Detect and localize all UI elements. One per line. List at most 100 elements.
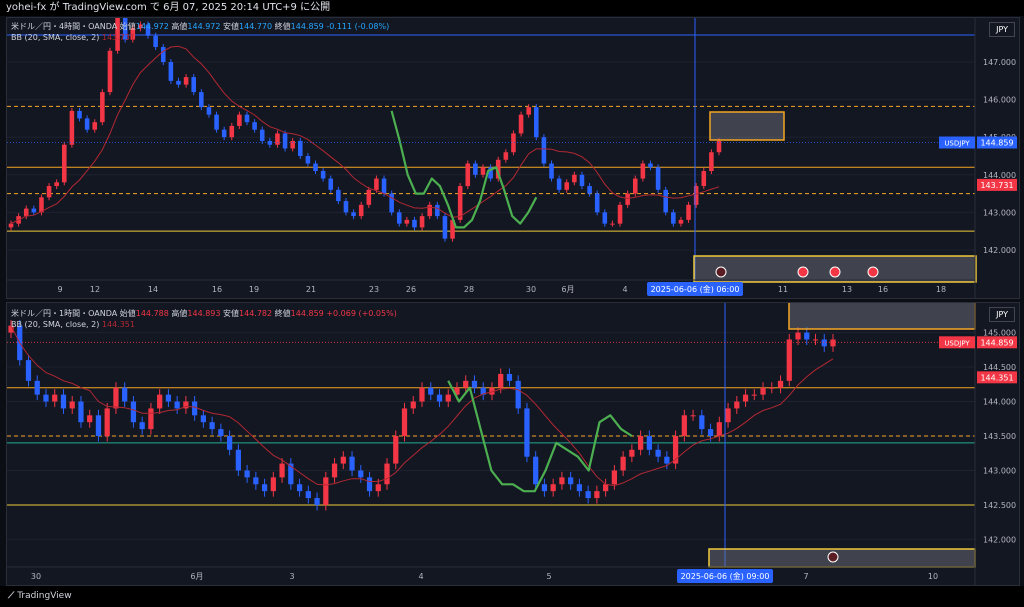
candle-body bbox=[237, 114, 242, 126]
x-tick-label: 21 bbox=[306, 285, 316, 294]
economic-event-icon bbox=[867, 266, 879, 278]
candle-body bbox=[473, 163, 478, 175]
candle-body bbox=[25, 360, 32, 381]
candle-body bbox=[139, 422, 145, 430]
candle-body bbox=[122, 387, 128, 402]
x-tick-label: 23 bbox=[369, 285, 379, 294]
economic-event-icon bbox=[715, 266, 727, 278]
candle-body bbox=[200, 415, 207, 423]
chart-panel-1h[interactable]: 145.000 144.500 144.000 143.500 143.000 142.5… bbox=[6, 300, 1020, 586]
x-tick-label: 28 bbox=[464, 285, 474, 294]
candle-body bbox=[611, 470, 618, 485]
candle-body bbox=[52, 394, 58, 402]
candle-body bbox=[153, 35, 158, 48]
footer-brand: TradingView bbox=[17, 591, 72, 601]
candle-body bbox=[253, 477, 259, 485]
candle-body bbox=[457, 186, 463, 220]
candle-body bbox=[46, 186, 52, 198]
cursor-time-label: 2025-06-06 (金) 06:00 bbox=[651, 284, 740, 294]
candle-body bbox=[585, 491, 591, 499]
candle-body bbox=[707, 429, 714, 436]
candle-body bbox=[84, 118, 90, 130]
legend-high-label: 高値 bbox=[171, 309, 188, 318]
candle-body bbox=[290, 140, 295, 149]
legend-symbol: 米ドル／円・4時間・OANDA bbox=[11, 22, 118, 31]
candle-body bbox=[436, 394, 443, 402]
candle-body bbox=[541, 137, 547, 164]
candle-body bbox=[690, 415, 696, 417]
bb-label: BB (20, SMA, close, 2) bbox=[11, 33, 100, 42]
candle-body bbox=[393, 436, 399, 464]
y-tick-label: 144.500 bbox=[983, 363, 1016, 372]
legend-row-4h: 米ドル／円・4時間・OANDA 始値144.972 高値144.972 安値14… bbox=[11, 21, 389, 32]
legend-open: 144.788 bbox=[135, 309, 169, 318]
x-tick-label: 7 bbox=[803, 572, 808, 581]
candle-body bbox=[183, 77, 189, 85]
candle-body bbox=[498, 373, 504, 388]
candle-body bbox=[384, 463, 390, 485]
candle-body bbox=[298, 140, 303, 156]
candle-body bbox=[95, 415, 102, 436]
candle-body bbox=[428, 387, 434, 395]
x-tick-label: 12 bbox=[90, 285, 100, 294]
candle-body bbox=[23, 208, 29, 217]
chart-panel-4h[interactable]: 147.000146.000145.000144.000143.000142.0… bbox=[6, 6, 1020, 299]
candle-body bbox=[465, 163, 471, 187]
legend-close: 144.859 bbox=[290, 22, 324, 31]
candle-body bbox=[568, 477, 574, 485]
x-tick-label: 5 bbox=[546, 572, 551, 581]
candle-body bbox=[351, 212, 356, 217]
candle-body bbox=[296, 484, 303, 492]
candle-body bbox=[104, 408, 110, 436]
x-tick-label: 16 bbox=[878, 285, 888, 294]
y-tick-label: 142.000 bbox=[983, 246, 1016, 255]
candle-body bbox=[663, 189, 668, 213]
candle-body bbox=[637, 436, 644, 450]
candle-body bbox=[323, 477, 329, 505]
candle-body bbox=[559, 477, 565, 485]
currency-button-1h[interactable]: JPY bbox=[989, 307, 1015, 322]
x-tick-label: 10 bbox=[928, 572, 938, 581]
y-tick-label: 142.000 bbox=[983, 535, 1016, 544]
chart-canvas-4h[interactable]: 147.000146.000145.000144.000143.000142.0… bbox=[7, 6, 1019, 298]
candle-body bbox=[320, 171, 326, 179]
candle-body bbox=[442, 216, 448, 239]
candle-body bbox=[480, 167, 486, 175]
tradingview-logo-icon: ⟋ bbox=[8, 591, 15, 601]
candle-body bbox=[681, 415, 687, 436]
candle-body bbox=[305, 491, 311, 499]
y-tick-label: 147.000 bbox=[983, 58, 1016, 67]
candle-body bbox=[701, 171, 707, 187]
candle-body bbox=[629, 449, 635, 457]
candle-body bbox=[160, 47, 166, 63]
candle-body bbox=[541, 484, 548, 492]
y-tick-label: 142.500 bbox=[983, 501, 1016, 510]
x-tick-label: 18 bbox=[936, 285, 946, 294]
candle-body bbox=[358, 470, 364, 478]
candle-body bbox=[157, 394, 163, 409]
candle-body bbox=[410, 401, 416, 409]
candle-body bbox=[579, 174, 585, 187]
candle-body bbox=[648, 163, 653, 168]
candle-body bbox=[244, 114, 250, 123]
cursor-time-label: 2025-06-06 (金) 09:00 bbox=[681, 571, 770, 581]
legend-row-1h: 米ドル／円・1時間・OANDA 始値144.788 高値144.893 安値14… bbox=[11, 308, 397, 319]
candle-body bbox=[343, 201, 349, 213]
candle-body bbox=[617, 204, 623, 224]
currency-button-4h[interactable]: JPY bbox=[989, 22, 1015, 37]
candle-body bbox=[564, 182, 570, 190]
candle-body bbox=[549, 163, 554, 179]
candle-body bbox=[206, 107, 212, 115]
candle-body bbox=[686, 204, 691, 220]
chart-canvas-1h[interactable]: 145.000 144.500 144.000 143.500 143.000 142.5… bbox=[7, 300, 1019, 585]
candle-body bbox=[192, 401, 198, 416]
candle-body bbox=[427, 204, 432, 217]
candle-body bbox=[43, 394, 49, 402]
candle-body bbox=[313, 163, 318, 172]
candle-body bbox=[777, 380, 784, 388]
candle-body bbox=[610, 223, 615, 225]
candle-body bbox=[31, 208, 37, 213]
candle-body bbox=[655, 167, 661, 190]
candle-body bbox=[830, 339, 836, 347]
candle-body bbox=[435, 204, 440, 217]
